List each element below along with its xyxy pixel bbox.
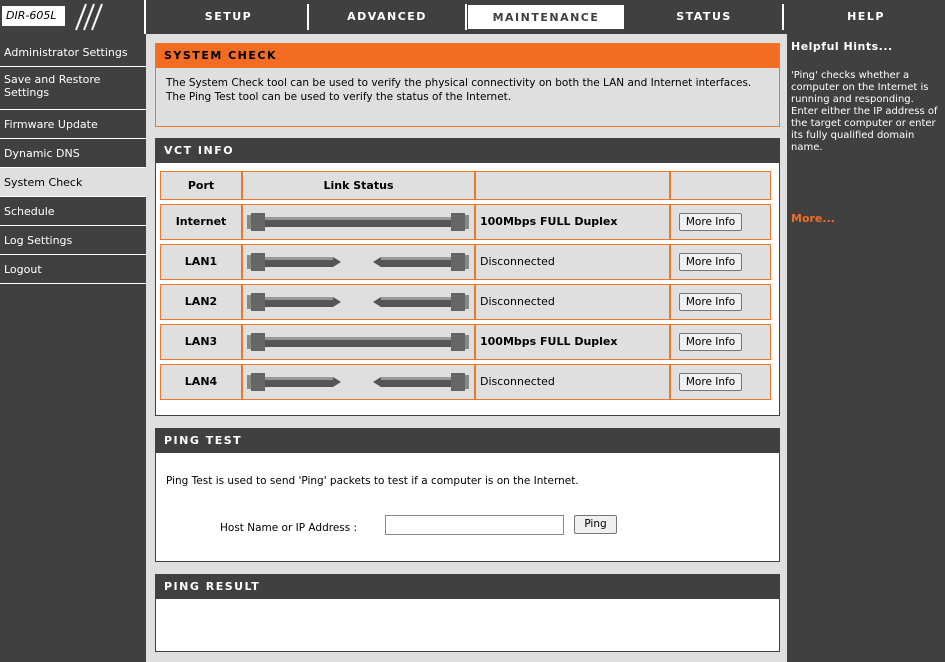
tab-status[interactable]: STATUS <box>626 4 784 30</box>
help-more-link[interactable]: More... <box>791 212 835 225</box>
more-info-button[interactable]: More Info <box>679 333 742 351</box>
sidebar-item-schedule[interactable]: Schedule <box>0 197 146 226</box>
ping-test-section: PING TEST Ping Test is used to send 'Pin… <box>155 428 780 562</box>
sidebar-item-system-check[interactable]: System Check <box>0 168 146 197</box>
sidebar-item-dynamic-dns[interactable]: Dynamic DNS <box>0 139 146 168</box>
tab-advanced[interactable]: ADVANCED <box>309 4 467 30</box>
top-header: DIR-605L SETUP ADVANCED MAINTENANCE STAT… <box>0 0 945 34</box>
vct-status-cell: 100Mbps FULL Duplex <box>475 204 670 240</box>
vct-port-cell: LAN1 <box>160 244 242 280</box>
vct-port-cell: LAN2 <box>160 284 242 320</box>
sidebar-item-save-restore[interactable]: Save and Restore Settings <box>0 67 146 110</box>
vct-link-cell <box>242 284 475 320</box>
cable-disconnected-icon <box>243 245 474 276</box>
vct-port-cell: LAN3 <box>160 324 242 360</box>
cable-connected-icon <box>243 205 474 236</box>
cable-disconnected-icon <box>243 285 474 316</box>
vct-action-cell: More Info <box>670 324 771 360</box>
vct-info-section: VCT INFO Port Link Status Internet 100Mbps … <box>155 138 780 416</box>
more-info-button[interactable]: More Info <box>679 293 742 311</box>
sidebar: Administrator Settings Save and Restore … <box>0 38 146 662</box>
cable-connected-icon <box>243 325 474 356</box>
help-text: 'Ping' checks whether a computer on the … <box>791 70 938 153</box>
ping-test-title: PING TEST <box>156 429 779 453</box>
more-info-button[interactable]: More Info <box>679 253 742 271</box>
vct-link-cell <box>242 244 475 280</box>
ping-result-section: PING RESULT <box>155 574 780 652</box>
vct-info-title: VCT INFO <box>156 139 779 163</box>
sidebar-item-log-settings[interactable]: Log Settings <box>0 226 146 255</box>
vct-port-cell: LAN4 <box>160 364 242 400</box>
main-content: SYSTEM CHECK The System Check tool can b… <box>146 34 787 662</box>
vct-action-cell: More Info <box>670 284 771 320</box>
system-check-title: SYSTEM CHECK <box>156 44 779 68</box>
host-input[interactable] <box>385 515 564 535</box>
vct-status-cell: Disconnected <box>475 244 670 280</box>
host-label: Host Name or IP Address : <box>220 522 358 534</box>
help-panel: Helpful Hints... 'Ping' checks whether a… <box>787 34 945 662</box>
help-title: Helpful Hints... <box>791 40 893 53</box>
vct-header-cell <box>670 171 771 200</box>
sidebar-item-administrator-settings[interactable]: Administrator Settings <box>0 38 146 67</box>
ping-button[interactable]: Ping <box>574 515 617 534</box>
tab-setup[interactable]: SETUP <box>150 4 309 30</box>
vct-header-cell: Port <box>160 171 242 200</box>
ping-result-title: PING RESULT <box>156 575 779 599</box>
slash-logo-icon <box>75 3 103 31</box>
vct-action-cell: More Info <box>670 204 771 240</box>
vct-header-cell <box>475 171 670 200</box>
vct-link-cell <box>242 364 475 400</box>
vct-port-cell: Internet <box>160 204 242 240</box>
cable-disconnected-icon <box>243 365 474 396</box>
model-name: DIR-605L <box>2 6 65 26</box>
vct-link-cell <box>242 204 475 240</box>
system-check-section: SYSTEM CHECK The System Check tool can b… <box>155 43 780 127</box>
vct-status-cell: Disconnected <box>475 364 670 400</box>
vct-action-cell: More Info <box>670 364 771 400</box>
system-check-description: The System Check tool can be used to ver… <box>166 77 752 103</box>
vct-action-cell: More Info <box>670 244 771 280</box>
tab-help[interactable]: HELP <box>787 0 945 34</box>
vct-status-cell: Disconnected <box>475 284 670 320</box>
sidebar-item-firmware-update[interactable]: Firmware Update <box>0 110 146 139</box>
more-info-button[interactable]: More Info <box>679 213 742 231</box>
tab-maintenance[interactable]: MAINTENANCE <box>467 4 625 30</box>
ping-test-description: Ping Test is used to send 'Ping' packets… <box>166 475 579 487</box>
sidebar-item-logout[interactable]: Logout <box>0 255 146 284</box>
more-info-button[interactable]: More Info <box>679 373 742 391</box>
vct-link-cell <box>242 324 475 360</box>
vct-header-cell: Link Status <box>242 171 475 200</box>
logo: DIR-605L <box>0 0 146 34</box>
vct-status-cell: 100Mbps FULL Duplex <box>475 324 670 360</box>
